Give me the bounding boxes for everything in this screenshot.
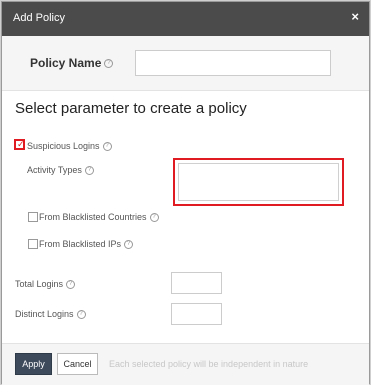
section-title: Select parameter to create a policy <box>15 100 247 117</box>
suspicious-logins-label-text: Suspicious Logins <box>27 141 100 151</box>
distinct-logins-label: Distinct Logins? <box>15 309 86 320</box>
total-logins-input[interactable] <box>171 272 222 294</box>
blacklisted-countries-label: From Blacklisted Countries? <box>39 212 159 223</box>
help-icon[interactable]: ? <box>124 240 134 250</box>
help-icon[interactable]: ? <box>104 59 114 69</box>
dialog-titlebar: Add Policy × <box>2 2 369 36</box>
blacklisted-countries-checkbox[interactable] <box>28 212 38 222</box>
policy-name-label-text: Policy Name <box>30 56 102 70</box>
policy-name-input[interactable] <box>135 50 331 76</box>
activity-types-field[interactable] <box>173 158 344 206</box>
activity-types-label-text: Activity Types <box>27 165 82 175</box>
cancel-button[interactable]: Cancel <box>57 353 98 375</box>
activity-types-input-area[interactable] <box>178 163 339 201</box>
suspicious-logins-checkbox[interactable]: ✓ <box>14 139 25 150</box>
apply-button[interactable]: Apply <box>15 353 52 375</box>
distinct-logins-label-text: Distinct Logins <box>15 309 74 319</box>
help-icon[interactable]: ? <box>84 166 94 176</box>
total-logins-label-text: Total Logins <box>15 279 64 289</box>
help-icon[interactable]: ? <box>66 280 76 290</box>
close-icon[interactable]: × <box>351 10 359 23</box>
help-icon[interactable]: ? <box>102 142 112 152</box>
dialog-title: Add Policy <box>13 12 65 24</box>
blacklisted-ips-label: From Blacklisted IPs? <box>39 239 134 250</box>
help-icon[interactable]: ? <box>76 310 86 320</box>
total-logins-label: Total Logins? <box>15 279 76 290</box>
blacklisted-countries-label-text: From Blacklisted Countries <box>39 212 147 222</box>
activity-types-label: Activity Types? <box>27 165 94 176</box>
policy-name-label: Policy Name? <box>30 56 114 70</box>
footer-note: Each selected policy will be independent… <box>109 359 309 369</box>
suspicious-logins-label: Suspicious Logins? <box>27 141 112 152</box>
blacklisted-ips-checkbox[interactable] <box>28 239 38 249</box>
distinct-logins-input[interactable] <box>171 303 222 325</box>
checkmark-icon: ✓ <box>17 139 25 149</box>
add-policy-dialog: Add Policy × Policy Name? Select paramet… <box>1 1 370 385</box>
blacklisted-ips-label-text: From Blacklisted IPs <box>39 239 122 249</box>
help-icon[interactable]: ? <box>149 213 159 223</box>
